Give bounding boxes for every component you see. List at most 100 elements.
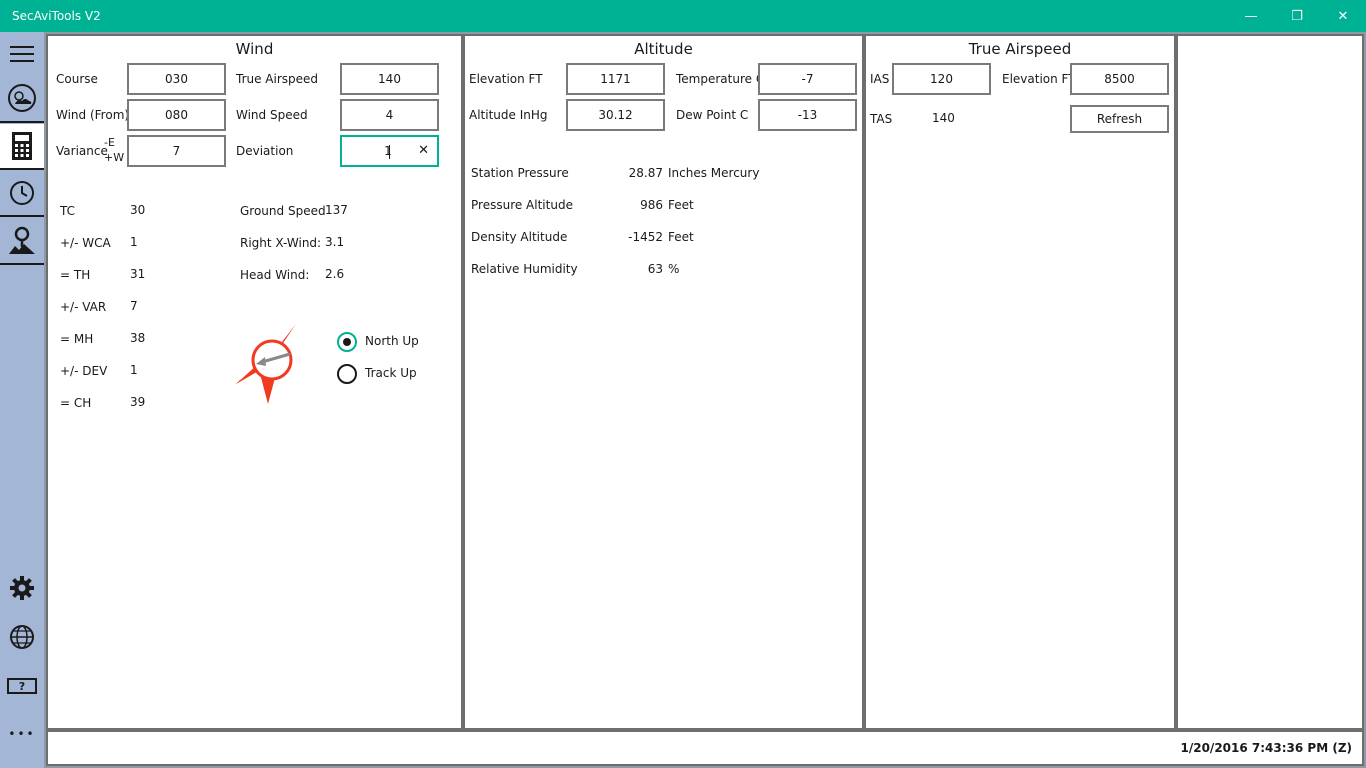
sidebar-item-more[interactable]: ••• [0,712,44,756]
dewpoint-label: Dew Point C [676,108,749,122]
true-airspeed-panel: True Airspeed IAS 120 Elevation FT 8500 … [864,34,1176,730]
wind-speed-label: Wind Speed [236,108,308,122]
dev-label: +/- DEV [60,364,108,378]
true-airspeed-label: True Airspeed [236,72,319,86]
density-altitude-label: Density Altitude [471,230,568,244]
tas-elevation-label: Elevation FT [1002,72,1076,86]
restore-button[interactable]: ❐ [1274,0,1320,32]
ground-speed-label: Ground Speed [240,204,326,218]
elevation-input[interactable]: 1171 [566,63,665,95]
north-up-radio[interactable] [337,332,357,352]
pressure-altitude-label: Pressure Altitude [471,198,573,212]
tas-elevation-input[interactable]: 8500 [1070,63,1169,95]
relative-humidity-value: 63 [647,262,663,276]
ch-label: = CH [60,396,92,410]
temperature-input[interactable]: -7 [758,63,857,95]
var-label: +/- VAR [60,300,107,314]
variance-label: Variance [56,144,108,158]
sidebar-item-calculator[interactable] [0,124,44,168]
course-label: Course [56,72,98,86]
wca-value: 1 [130,235,138,249]
tc-label: TC [60,204,76,218]
sidebar: ? ••• [0,32,44,768]
sidebar-item-menu[interactable] [0,32,44,76]
text-cursor [389,145,390,159]
headwind-label: Head Wind: [240,268,310,282]
course-input[interactable]: 030 [127,63,226,95]
altimeter-input[interactable]: 30.12 [566,99,665,131]
sidebar-item-map[interactable] [0,218,44,262]
th-value: 31 [130,267,146,281]
status-bar: 1/20/2016 7:43:36 PM (Z) [46,730,1364,766]
wind-from-label: Wind (From) [56,108,130,122]
deviation-input[interactable]: 1 ✕ [340,135,439,167]
refresh-button[interactable]: Refresh [1070,105,1169,133]
sidebar-divider [0,215,44,217]
wind-from-input[interactable]: 080 [127,99,226,131]
restore-icon: ❐ [1291,8,1303,24]
sidebar-divider [0,263,44,265]
ias-label: IAS [870,72,890,86]
wind-speed-input[interactable]: 4 [340,99,439,131]
track-up-label: Track Up [365,366,417,380]
relative-humidity-unit: % [668,262,680,276]
clock-icon [10,181,34,205]
pressure-altitude-unit: Feet [668,198,694,212]
deviation-label: Deviation [236,144,294,158]
density-altitude-unit: Feet [668,230,694,244]
empty-panel [1176,34,1364,730]
density-altitude-value: -1452 [628,230,663,244]
ias-input[interactable]: 120 [892,63,991,95]
wind-panel: Wind Course 030 True Airspeed 140 Wind (… [46,34,463,730]
wind-compass-icon [236,324,296,404]
altitude-title: Altitude [634,40,693,58]
dev-value: 1 [130,363,138,377]
help-icon-label: ? [18,679,26,693]
gear-icon [10,576,34,600]
tas-label: TAS [870,112,893,126]
calculator-icon [12,132,32,160]
map-pin-icon [9,226,35,254]
clear-icon[interactable]: ✕ [418,143,429,158]
sidebar-item-clock[interactable] [0,171,44,215]
status-datetime: 1/20/2016 7:43:36 PM (Z) [1180,741,1353,755]
sidebar-item-weather[interactable] [0,76,44,120]
mh-label: = MH [60,332,94,346]
ground-speed-value: 137 [325,203,348,217]
tas-value: 140 [932,111,955,125]
xwind-value: 3.1 [325,235,345,249]
variance-east-label: -E [104,136,115,149]
minimize-icon: — [1244,8,1258,24]
tc-value: 30 [130,203,146,217]
true-airspeed-input[interactable]: 140 [340,63,439,95]
track-up-radio[interactable] [337,364,357,384]
true-airspeed-title: True Airspeed [968,40,1072,58]
more-icon: ••• [8,727,36,741]
globe-icon [10,625,34,649]
th-label: = TH [60,268,91,282]
weather-icon [8,84,36,112]
deviation-value: 1 [384,144,392,158]
relative-humidity-label: Relative Humidity [471,262,578,276]
temperature-label: Temperature C [676,72,765,86]
sidebar-divider [0,168,44,170]
mh-value: 38 [130,331,146,345]
app-title: SecAviTools V2 [12,9,101,23]
station-pressure-label: Station Pressure [471,166,569,180]
ch-value: 39 [130,395,146,409]
pressure-altitude-value: 986 [640,198,663,212]
sidebar-item-help[interactable]: ? [0,664,44,708]
north-up-label: North Up [365,334,419,348]
altitude-panel: Altitude Elevation FT 1171 Temperature C… [463,34,864,730]
dewpoint-input[interactable]: -13 [758,99,857,131]
help-icon: ? [7,678,37,694]
station-pressure-value: 28.87 [628,166,663,180]
minimize-button[interactable]: — [1228,0,1274,32]
sidebar-divider [0,121,44,123]
close-button[interactable]: ✕ [1320,0,1366,32]
variance-input[interactable]: 7 [127,135,226,167]
hamburger-icon [10,46,34,62]
sidebar-item-globe[interactable] [0,615,44,659]
xwind-label: Right X-Wind: [240,236,322,250]
sidebar-item-settings[interactable] [0,566,44,610]
